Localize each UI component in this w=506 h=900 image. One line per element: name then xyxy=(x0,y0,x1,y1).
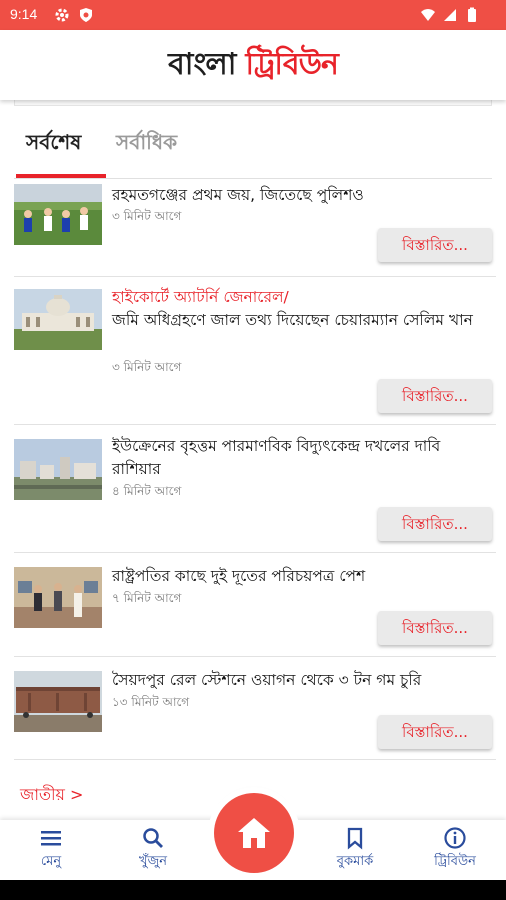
nav-bookmark-label: বুকমার্ক xyxy=(336,854,374,869)
nav-menu[interactable]: মেনু xyxy=(6,820,96,880)
article-card[interactable]: সৈয়দপুর রেল স্টেশনে ওয়াগন থেকে ৩ টন গম… xyxy=(14,657,496,760)
top-card-edge xyxy=(14,100,492,106)
article-title[interactable]: ইউক্রেনের বৃহত্তম পারমাণবিক বিদ্যুৎকেন্দ… xyxy=(112,435,488,481)
search-icon xyxy=(143,828,163,848)
article-time: ৭ মিনিট আগে xyxy=(112,591,182,605)
section-link-national[interactable]: জাতীয় > xyxy=(20,782,83,809)
app-logo[interactable]: বাংলা ট্রিবিউন xyxy=(0,30,506,100)
article-title[interactable]: রহমতগঞ্জের প্রথম জয়, জিতেছে পুলিশও xyxy=(112,184,488,207)
court-photo-icon xyxy=(14,289,102,350)
article-thumbnail-ceremony[interactable] xyxy=(14,567,102,628)
power-plant-photo-icon xyxy=(14,439,102,500)
article-thumbnail-power-plant[interactable] xyxy=(14,439,102,500)
bookmark-icon xyxy=(347,827,363,850)
article-time: ১৩ মিনিট আগে xyxy=(112,695,190,709)
tab-bar: সর্বশেষ সর্বাধিক xyxy=(14,110,492,178)
nav-search-label: খুঁজুন xyxy=(139,854,167,869)
article-card[interactable]: রাষ্ট্রপতির কাছে দুই দূতের পরিচয়পত্র পে… xyxy=(14,553,496,657)
logo-part-bangla: বাংলা xyxy=(168,46,236,82)
read-more-button[interactable]: বিস্তারিত... xyxy=(378,507,492,541)
article-card[interactable]: হাইকোর্টে অ্যাটর্নি জেনারেল/ জমি অধিগ্রহ… xyxy=(14,277,496,425)
nav-tribune-label: ট্রিবিউন xyxy=(434,854,476,869)
wifi-icon xyxy=(421,9,435,21)
status-time: 9:14 xyxy=(10,6,38,22)
article-time: ৪ মিনিট আগে xyxy=(112,484,182,498)
article-time: ৩ মিনিট আগে xyxy=(112,360,182,374)
app-bar: বাংলা ট্রিবিউন xyxy=(0,30,506,100)
article-thumbnail-train[interactable] xyxy=(14,671,102,732)
nav-bookmark[interactable]: বুকমার্ক xyxy=(310,820,400,880)
read-more-button[interactable]: বিস্তারিত... xyxy=(378,715,492,749)
article-card[interactable]: ইউক্রেনের বৃহত্তম পারমাণবিক বিদ্যুৎকেন্দ… xyxy=(14,425,496,553)
article-title[interactable]: জমি অধিগ্রহণে জাল তথ্য দিয়েছেন চেয়ারম্… xyxy=(112,311,473,329)
system-navigation-bar xyxy=(0,880,506,900)
article-time: ৩ মিনিট আগে xyxy=(112,209,182,223)
read-more-button[interactable]: বিস্তারিত... xyxy=(378,611,492,645)
tab-divider xyxy=(14,178,492,179)
read-more-button[interactable]: বিস্তারিত... xyxy=(378,379,492,413)
article-headline-block[interactable]: হাইকোর্টে অ্যাটর্নি জেনারেল/ জমি অধিগ্রহ… xyxy=(112,286,488,332)
info-icon xyxy=(444,827,466,849)
tab-latest[interactable]: সর্বশেষ xyxy=(26,122,81,162)
shield-icon xyxy=(80,8,92,22)
battery-icon xyxy=(468,7,476,22)
ceremony-photo-icon xyxy=(14,567,102,628)
menu-icon xyxy=(41,831,61,846)
article-title[interactable]: রাষ্ট্রপতির কাছে দুই দূতের পরিচয়পত্র পে… xyxy=(112,565,488,588)
tab-most-read[interactable]: সর্বাধিক xyxy=(116,122,177,162)
article-thumbnail-football[interactable] xyxy=(14,184,102,245)
signal-icon xyxy=(444,9,456,21)
read-more-button[interactable]: বিস্তারিত... xyxy=(378,228,492,262)
article-title[interactable]: সৈয়দপুর রেল স্টেশনে ওয়াগন থেকে ৩ টন গম… xyxy=(112,669,488,692)
home-icon xyxy=(238,818,270,848)
train-photo-icon xyxy=(14,671,102,732)
article-card[interactable]: রহমতগঞ্জের প্রথম জয়, জিতেছে পুলিশও ৩ মি… xyxy=(14,180,496,277)
gear-icon xyxy=(55,8,69,22)
logo-part-tribune: ট্রিবিউন xyxy=(245,46,338,82)
home-button[interactable] xyxy=(214,793,294,873)
nav-tribune[interactable]: ট্রিবিউন xyxy=(410,820,500,880)
status-bar: 9:14 xyxy=(0,0,506,30)
article-tag[interactable]: হাইকোর্টে অ্যাটর্নি জেনারেল/ xyxy=(112,288,289,306)
nav-menu-label: মেনু xyxy=(40,854,62,869)
article-thumbnail-court[interactable] xyxy=(14,289,102,350)
football-photo-icon xyxy=(14,184,102,245)
nav-search[interactable]: খুঁজুন xyxy=(108,820,198,880)
